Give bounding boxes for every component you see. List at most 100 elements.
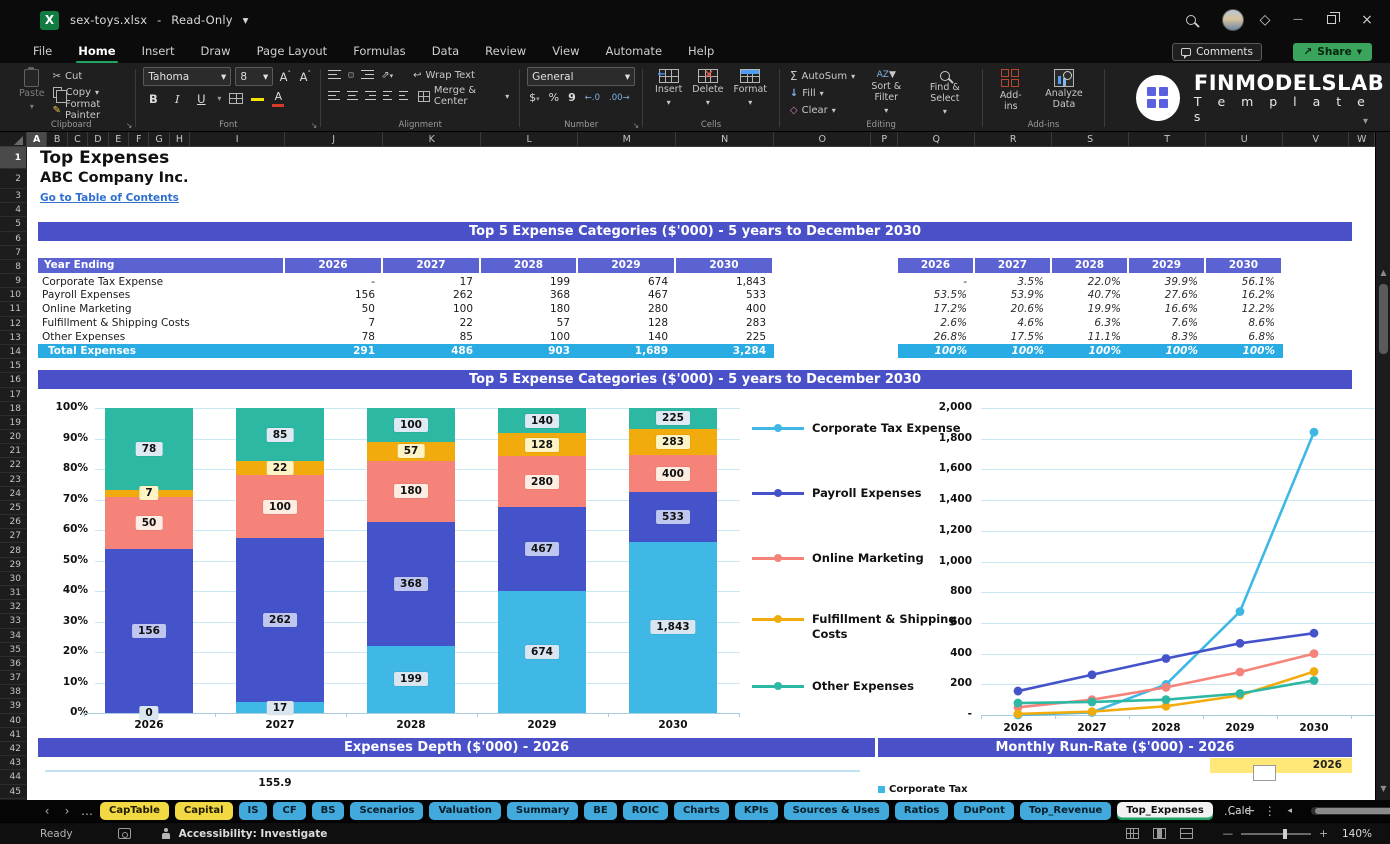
legend-item-payroll-expenses[interactable]: Payroll Expenses bbox=[752, 486, 921, 501]
sheet-tab-cf[interactable]: CF bbox=[273, 802, 306, 820]
row-header-36[interactable]: 36 bbox=[0, 657, 26, 672]
row-header-28[interactable]: 28 bbox=[0, 544, 26, 558]
legend-item-online-marketing[interactable]: Online Marketing bbox=[752, 551, 924, 566]
sheet-tab-captable[interactable]: CapTable bbox=[100, 802, 169, 820]
sheet-tab-sources-uses[interactable]: Sources & Uses bbox=[783, 802, 889, 820]
row-header-33[interactable]: 33 bbox=[0, 614, 26, 629]
bar-data-label: 262 bbox=[263, 613, 297, 628]
row-header-11[interactable]: 11 bbox=[0, 302, 26, 317]
sheet-tab-top-expenses[interactable]: Top_Expenses bbox=[1117, 802, 1213, 820]
zoom-slider-thumb[interactable] bbox=[1283, 828, 1288, 839]
zoom-in-button[interactable]: + bbox=[1319, 828, 1328, 840]
sheet-tab-roic[interactable]: ROIC bbox=[622, 802, 668, 820]
row-header-8[interactable]: 8 bbox=[0, 260, 26, 275]
sheet-tab-bs[interactable]: BS bbox=[311, 802, 345, 820]
horizontal-scrollbar[interactable] bbox=[1310, 807, 1390, 815]
bar-data-label: 100 bbox=[394, 417, 428, 432]
row-header-22[interactable]: 22 bbox=[0, 458, 26, 473]
runrate-year-cell[interactable]: 2026 bbox=[1210, 758, 1352, 773]
row-header-23[interactable]: 23 bbox=[0, 473, 26, 487]
row-header-37[interactable]: 37 bbox=[0, 671, 26, 686]
table-of-contents-link[interactable]: Go to Table of Contents bbox=[40, 192, 179, 204]
row-header-34[interactable]: 34 bbox=[0, 629, 26, 643]
sheet-tab-dupont[interactable]: DuPont bbox=[954, 802, 1014, 820]
row-header-44[interactable]: 44 bbox=[0, 770, 26, 785]
row-header-18[interactable]: 18 bbox=[0, 402, 26, 416]
horizontal-scroll-thumb[interactable] bbox=[1314, 808, 1390, 814]
row-header-7[interactable]: 7 bbox=[0, 246, 26, 260]
row-header-1[interactable]: 1 bbox=[0, 147, 26, 169]
row-header-13[interactable]: 13 bbox=[0, 331, 26, 345]
scroll-up-icon[interactable]: ▲ bbox=[1376, 268, 1390, 277]
row-header-29[interactable]: 29 bbox=[0, 558, 26, 572]
percent-value-cell: 17.5% bbox=[1010, 331, 1044, 344]
row-header-6[interactable]: 6 bbox=[0, 232, 26, 246]
row-header-35[interactable]: 35 bbox=[0, 643, 26, 657]
row-header-38[interactable]: 38 bbox=[0, 685, 26, 700]
sheet-tab-is[interactable]: IS bbox=[238, 802, 268, 820]
row-header-39[interactable]: 39 bbox=[0, 699, 26, 714]
row-header-20[interactable]: 20 bbox=[0, 430, 26, 445]
zoom-slider[interactable] bbox=[1241, 828, 1312, 839]
row-header-43[interactable]: 43 bbox=[0, 756, 26, 771]
row-header-30[interactable]: 30 bbox=[0, 572, 26, 587]
zoom-level[interactable]: 140% bbox=[1342, 828, 1372, 840]
row-header-32[interactable]: 32 bbox=[0, 600, 26, 615]
page-break-view-icon[interactable] bbox=[1179, 828, 1193, 839]
row-header-9[interactable]: 9 bbox=[0, 274, 26, 289]
row-header-31[interactable]: 31 bbox=[0, 586, 26, 601]
legend-item-other-expenses[interactable]: Other Expenses bbox=[752, 679, 914, 694]
new-sheet-button[interactable]: + bbox=[1243, 803, 1257, 819]
sheet-tab-top-revenue[interactable]: Top_Revenue bbox=[1019, 802, 1112, 820]
percent-value-cell: 6.3% bbox=[1094, 317, 1121, 330]
scroll-down-icon[interactable]: ▼ bbox=[1376, 784, 1390, 793]
row-header-5[interactable]: 5 bbox=[0, 217, 26, 232]
bar-data-label: 400 bbox=[656, 466, 690, 481]
row-header-24[interactable]: 24 bbox=[0, 487, 26, 501]
percent-value-cell: 4.6% bbox=[1017, 317, 1044, 330]
zoom-out-button[interactable]: — bbox=[1223, 828, 1234, 840]
sheet-tab-charts[interactable]: Charts bbox=[673, 802, 729, 820]
hscroll-left-icon[interactable]: ◂ bbox=[1283, 806, 1297, 816]
sheet-tab-be[interactable]: BE bbox=[584, 802, 617, 820]
row-header-41[interactable]: 41 bbox=[0, 728, 26, 742]
row-header-25[interactable]: 25 bbox=[0, 501, 26, 516]
row-header-19[interactable]: 19 bbox=[0, 416, 26, 431]
row-header-16[interactable]: 16 bbox=[0, 373, 26, 388]
vertical-scrollbar[interactable]: ▲ ▼ bbox=[1375, 132, 1390, 800]
depth-chart-line bbox=[45, 770, 860, 772]
row-header-2[interactable]: 2 bbox=[0, 169, 26, 189]
sheet-tab-kpis[interactable]: KPIs bbox=[734, 802, 778, 820]
row-header-26[interactable]: 26 bbox=[0, 515, 26, 530]
row-header-14[interactable]: 14 bbox=[0, 345, 26, 360]
row-header-27[interactable]: 27 bbox=[0, 529, 26, 544]
bar-data-label: 17 bbox=[266, 700, 294, 715]
sheet-tab-summary[interactable]: Summary bbox=[506, 802, 579, 820]
row-header-21[interactable]: 21 bbox=[0, 444, 26, 459]
tabs-scroll-left-icon[interactable]: ‹ bbox=[40, 804, 54, 818]
tabs-scroll-right-icon[interactable]: › bbox=[60, 804, 74, 818]
sheet-tab-capital[interactable]: Capital bbox=[174, 802, 233, 820]
row-header-4[interactable]: 4 bbox=[0, 203, 26, 218]
sheet-tab-scenarios[interactable]: Scenarios bbox=[350, 802, 424, 820]
row-header-3[interactable]: 3 bbox=[0, 189, 26, 204]
row-header-17[interactable]: 17 bbox=[0, 388, 26, 402]
row-header-45[interactable]: 45 bbox=[0, 785, 26, 799]
sheet-tab-ratios[interactable]: Ratios bbox=[894, 802, 949, 820]
row-header-40[interactable]: 40 bbox=[0, 714, 26, 728]
vertical-scroll-thumb[interactable] bbox=[1379, 284, 1388, 354]
row-header-15[interactable]: 15 bbox=[0, 359, 26, 374]
sheet-options-icon[interactable]: ⋮ bbox=[1263, 804, 1277, 818]
all-sheets-icon[interactable]: … bbox=[1223, 804, 1237, 818]
row-header-42[interactable]: 42 bbox=[0, 742, 26, 757]
row-header-12[interactable]: 12 bbox=[0, 317, 26, 331]
page-layout-view-icon[interactable] bbox=[1152, 828, 1166, 839]
tabs-more-icon[interactable]: … bbox=[80, 804, 94, 818]
accessibility-status[interactable]: Accessibility: Investigate bbox=[179, 828, 328, 840]
percent-header-0: 2026 bbox=[898, 258, 973, 273]
bar-y-axis-label: 0% bbox=[70, 706, 88, 718]
sheet-tab-valuation[interactable]: Valuation bbox=[429, 802, 501, 820]
normal-view-icon[interactable] bbox=[1125, 828, 1139, 839]
row-header-10[interactable]: 10 bbox=[0, 288, 26, 303]
macro-record-icon[interactable] bbox=[117, 828, 131, 839]
